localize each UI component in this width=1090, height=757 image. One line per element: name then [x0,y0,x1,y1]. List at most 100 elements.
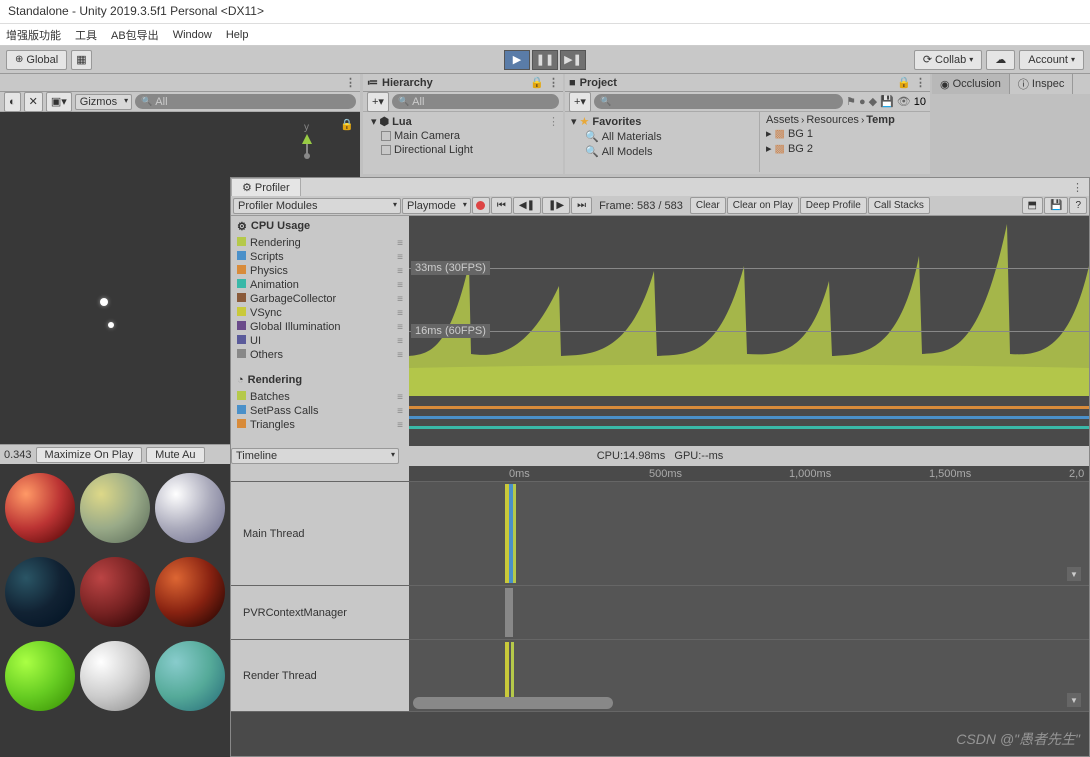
expand-icon[interactable]: ▼ [1067,567,1081,581]
breadcrumb[interactable]: Assets › Resources › Temp [762,114,928,126]
menu-icon[interactable]: ⋮ [548,76,559,89]
drag-icon[interactable]: ≡ [397,420,403,431]
drag-icon[interactable]: ≡ [397,238,403,249]
help-button[interactable]: ? [1069,197,1087,214]
legend-item[interactable]: Physics≡ [231,264,409,278]
deep-profile-button[interactable]: Deep Profile [800,197,867,214]
maximize-button[interactable]: Maximize On Play [36,447,143,463]
clear-button[interactable]: Clear [690,197,726,214]
frame-last-button[interactable]: ⏭ [571,197,592,214]
menu-item[interactable]: Window [173,29,212,41]
menu-icon[interactable]: ⋮ [915,76,926,89]
thread-label[interactable]: PVRContextManager [231,586,409,639]
collab-button[interactable]: ⟳Collab▾ [914,50,982,70]
global-button[interactable]: ⊕Global [6,50,67,70]
favorite-icon[interactable]: ● [859,96,866,108]
scene-search[interactable]: All [135,94,356,109]
expand-icon[interactable]: ▼ [1067,693,1081,707]
thread-track[interactable] [409,586,1089,639]
thread-label[interactable]: Main Thread [231,482,409,585]
inspector-tab[interactable]: ⓘInspec [1010,74,1073,94]
material-sphere[interactable] [155,557,225,627]
profiler-modules-dropdown[interactable]: Profiler Modules [233,198,401,214]
material-sphere[interactable] [5,473,75,543]
favorites-root[interactable]: ▾ ★ Favorites [567,114,757,129]
orientation-gizmo[interactable]: y [282,126,332,176]
create-button[interactable]: +▾ [569,92,591,112]
scene-root[interactable]: ▾ ⬢ Lua⋮ [367,114,559,129]
drag-icon[interactable]: ≡ [397,308,403,319]
cpu-usage-graph[interactable]: 33ms (30FPS) 16ms (60FPS) [409,216,1089,396]
material-sphere[interactable] [5,557,75,627]
panel-menu-icon[interactable]: ⋮ [345,76,356,89]
legend-item[interactable]: Others≡ [231,348,409,362]
material-sphere[interactable] [5,641,75,711]
hidden-icon[interactable]: 👁 [897,95,911,108]
tool-2d-button[interactable]: ✕ [24,92,43,112]
label-icon[interactable]: ◆ [869,95,877,108]
project-search[interactable] [594,94,843,109]
call-stacks-button[interactable]: Call Stacks [868,197,930,214]
thread-track[interactable]: ▼ [409,482,1089,585]
legend-item[interactable]: Rendering≡ [231,236,409,250]
save-icon[interactable]: 💾 [880,95,894,108]
cloud-button[interactable]: ☁ [986,50,1015,70]
account-button[interactable]: Account▾ [1019,50,1084,70]
legend-item[interactable]: Scripts≡ [231,250,409,264]
drag-icon[interactable]: ≡ [397,280,403,291]
legend-item[interactable]: SetPass Calls≡ [231,404,409,418]
menu-item[interactable]: 工具 [75,27,97,43]
menu-item[interactable]: Help [226,29,249,41]
create-button[interactable]: +▾ [367,92,389,112]
camera-button[interactable]: ▣▾ [46,92,72,112]
lock-icon[interactable]: 🔒 [530,76,544,89]
timeline-scrollbar[interactable] [413,697,613,709]
menu-item[interactable]: AB包导出 [111,27,159,43]
material-sphere[interactable] [155,473,225,543]
thread-label[interactable]: Render Thread [231,640,409,711]
hierarchy-item[interactable]: Directional Light [367,143,559,157]
legend-item[interactable]: VSync≡ [231,306,409,320]
gizmos-dropdown[interactable]: Gizmos [75,94,132,110]
material-sphere[interactable] [80,557,150,627]
menu-icon[interactable]: ⋮ [1072,181,1083,194]
drag-icon[interactable]: ≡ [397,294,403,305]
asset-item[interactable]: ▸ ▩BG 2 [762,141,928,156]
shaded-button[interactable]: ◐ [4,92,21,112]
lock-icon[interactable]: 🔒 [897,76,911,89]
save-button[interactable]: 💾 [1044,197,1068,214]
material-sphere[interactable] [80,641,150,711]
material-sphere[interactable] [80,473,150,543]
rendering-section-header[interactable]: ◔Rendering [231,370,409,390]
legend-item[interactable]: Triangles≡ [231,418,409,432]
drag-icon[interactable]: ≡ [397,252,403,263]
grid-snap-button[interactable]: ▦ [71,50,91,70]
asset-item[interactable]: ▸ ▩BG 1 [762,126,928,141]
legend-item[interactable]: UI≡ [231,334,409,348]
hierarchy-item[interactable]: Main Camera [367,129,559,143]
drag-icon[interactable]: ≡ [397,392,403,403]
record-button[interactable] [472,197,490,214]
lock-icon[interactable]: 🔒 [340,118,354,131]
drag-icon[interactable]: ≡ [397,322,403,333]
hierarchy-search[interactable]: All [392,94,559,109]
legend-item[interactable]: Global Illumination≡ [231,320,409,334]
profiler-tab[interactable]: ⚙Profiler [231,178,301,196]
clear-on-play-button[interactable]: Clear on Play [727,197,799,214]
material-sphere[interactable] [155,641,225,711]
frame-first-button[interactable]: ⏮ [491,197,512,214]
filter-icon[interactable]: ⚑ [846,95,856,108]
timeline-dropdown[interactable]: Timeline [231,448,399,464]
playmode-dropdown[interactable]: Playmode [402,198,471,214]
favorite-item[interactable]: 🔍All Models [567,144,757,159]
rendering-graph[interactable] [409,396,1089,446]
thread-track[interactable]: ▼ [409,640,1089,711]
favorite-item[interactable]: 🔍All Materials [567,129,757,144]
drag-icon[interactable]: ≡ [397,350,403,361]
drag-icon[interactable]: ≡ [397,336,403,347]
legend-item[interactable]: Animation≡ [231,278,409,292]
drag-icon[interactable]: ≡ [397,406,403,417]
drag-icon[interactable]: ≡ [397,266,403,277]
occlusion-tab[interactable]: ◉Occlusion [932,74,1010,94]
frame-next-button[interactable]: ❚▶ [542,197,570,214]
